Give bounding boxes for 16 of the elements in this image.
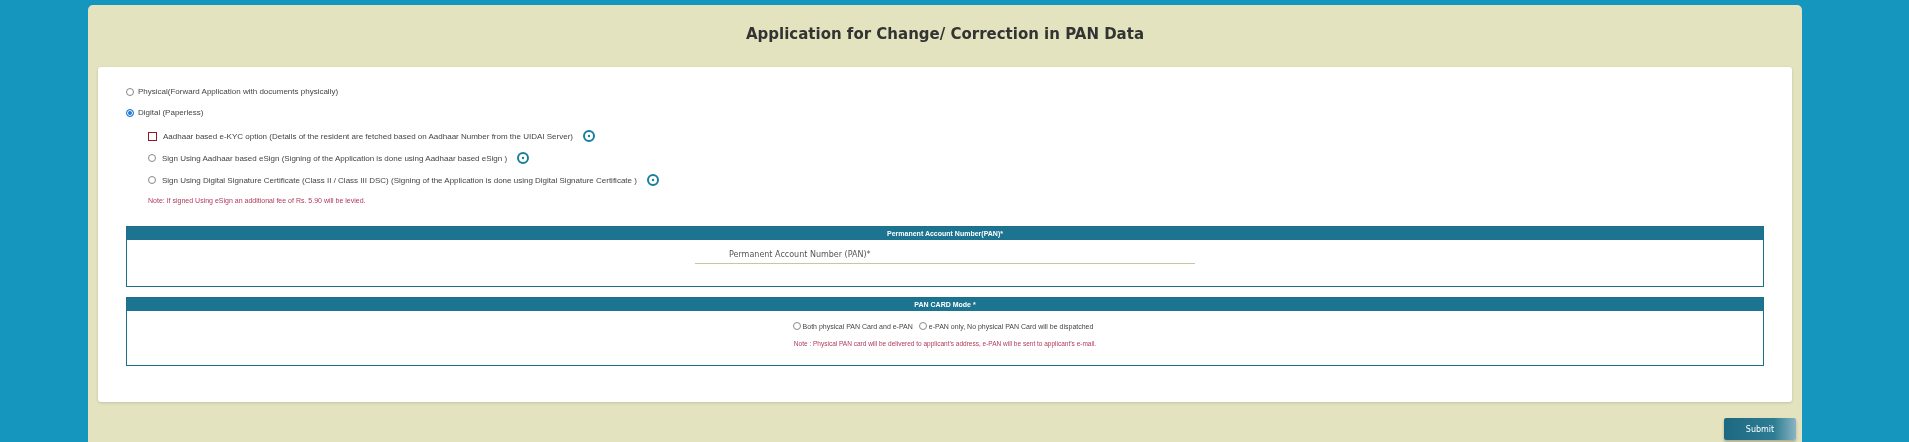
radio-button[interactable] (918, 322, 927, 330)
help-icon[interactable] (646, 174, 659, 186)
radio-button[interactable] (148, 154, 156, 162)
option-label: Physical(Forward Application with documents physically) (138, 87, 339, 96)
option-label: Aadhaar based e-KYC option (Details of the resident are fetched based on Aadhaar Number from the UIDAI Server) (163, 131, 573, 141)
radio-button[interactable] (148, 176, 156, 184)
option-label: Sign Using Aadhaar based eSign (Signing of the Application is done using Aadhaar based eSign ) (162, 153, 508, 163)
option-label: Sign Using Digital Signature Certificate (Class II / Class III DSC) (Signing of the Application is done using Digital Signature Certificate ) (162, 175, 637, 185)
page-title: Application for Change/ Correction in PAN Data (744, 24, 1146, 45)
help-icon[interactable] (517, 152, 530, 164)
option-label: Digital (Paperless) (138, 108, 204, 117)
radio-button[interactable] (792, 322, 801, 330)
checkbox[interactable] (148, 131, 157, 141)
submit-button[interactable]: Submit (1724, 418, 1796, 440)
radio-button[interactable] (126, 87, 134, 96)
help-icon[interactable] (583, 130, 595, 142)
